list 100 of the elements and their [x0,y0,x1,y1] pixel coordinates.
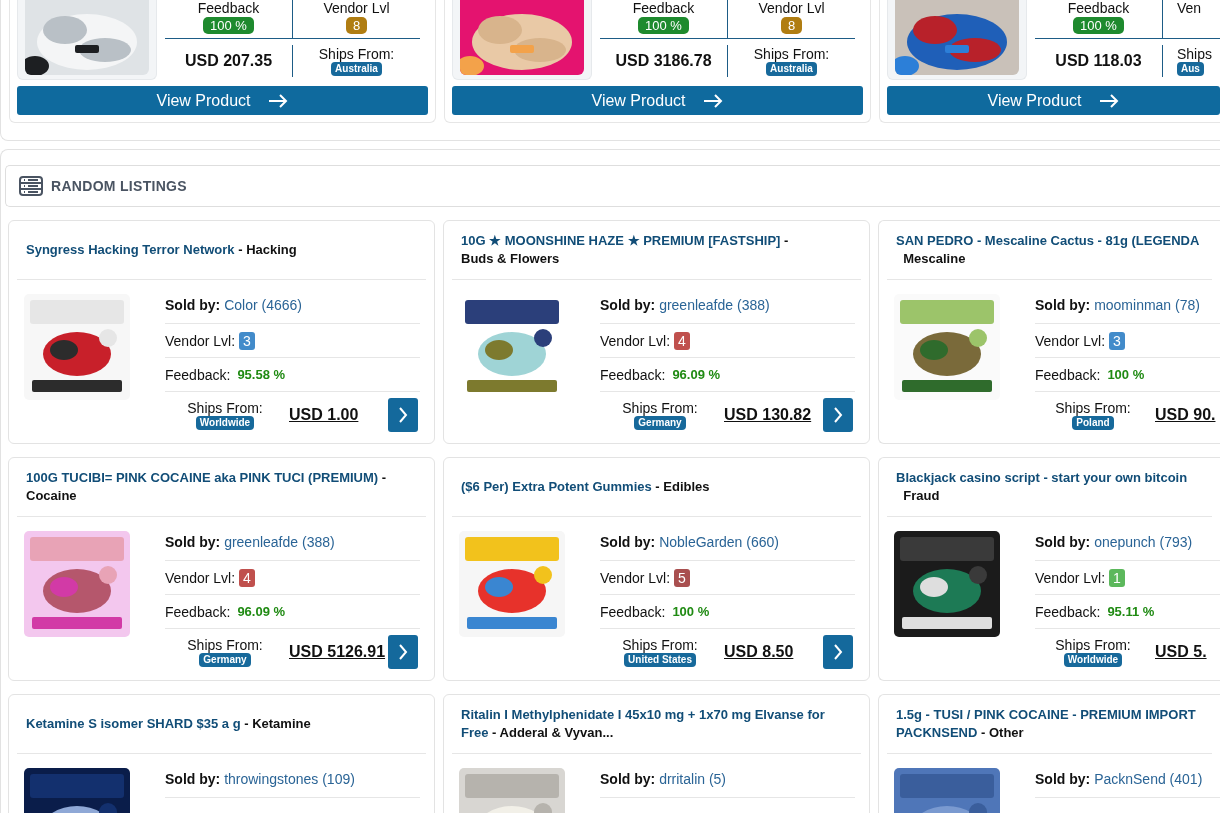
feedback-label: Feedback: [1035,366,1101,383]
listing-title: ($6 Per) Extra Potent Gummies - Edibles [461,478,710,496]
vendor-level-badge: 8 [780,17,803,34]
feedback-label: Feedback: [600,603,666,620]
feedback-value: 96.09 % [237,604,286,619]
price-link[interactable]: USD 8.50 [724,643,794,661]
feedback-value: 96.09 % [672,367,721,382]
sold-by-text: Sold by: drritalin (5) [600,771,727,787]
price-link[interactable]: USD 90. [1155,406,1216,424]
price: USD 3186.78 [615,52,712,70]
vendor-link[interactable]: drritalin (5) [659,771,727,787]
feedback-value: 100 % [672,604,710,619]
listing-title: 100G TUCIBI= PINK COCAINE aka PINK TUCI (PREMIUM) - Cocaine [26,469,388,505]
feedback-label: Feedback: [600,366,666,383]
price: USD 118.03 [1055,52,1142,70]
sold-by-text: Sold by: greenleafde (388) [600,297,770,313]
vendor-level-label: Vendor Lvl: [600,332,671,349]
vendor-link[interactable]: greenleafde (388) [224,534,335,550]
ships-from-label: Ships From: [1055,400,1131,416]
list-icon [18,175,44,197]
ships-from-label: Ships [1177,46,1213,62]
sold-by-text: Sold by: throwingstones (109) [165,771,355,787]
listing-title: Blackjack casino script - start your own bitcoin Fraud [896,469,1188,505]
sold-by-text: Sold by: PacknSend (401) [1035,771,1203,787]
chevron-right-icon [833,643,843,661]
vendor-level-badge: 4 [239,568,255,587]
vendor-link[interactable]: NobleGarden (660) [659,534,779,550]
price-link[interactable]: USD 5. [1155,643,1207,661]
vendor-level-label: Vendor Lvl [758,0,825,16]
price-link[interactable]: USD 130.82 [724,406,812,424]
vendor-link[interactable]: Color (4666) [224,297,302,313]
country-badge: Australia [766,62,817,76]
open-listing-button[interactable] [388,398,418,432]
arrow-right-icon [268,93,289,108]
price: USD 207.35 [184,52,273,70]
view-product-button[interactable]: View Product [887,86,1220,115]
country-badge: Poland [1072,416,1114,430]
sold-by-text: Sold by: onepunch (793) [1035,534,1193,550]
feedback-label: Feedback: [165,366,231,383]
vendor-link[interactable]: greenleafde (388) [659,297,770,313]
vendor-level-badge: 1 [1109,568,1125,587]
feedback-label: Feedback [1067,0,1130,16]
listing-title: SAN PEDRO - Mescaline Cactus - 81g (LEGENDA Mescaline [896,232,1200,268]
listing-title: Ketamine S isomer SHARD $35 a g - Ketamine [26,715,311,733]
open-listing-button[interactable] [388,635,418,669]
vendor-level-badge: 8 [345,17,368,34]
vendor-level-badge: 5 [674,568,690,587]
chevron-right-icon [398,643,408,661]
ships-from-label: Ships From: [622,637,698,653]
vendor-level-badge: 3 [239,331,255,350]
feedback-value: 100 % [1107,367,1145,382]
vendor-level-label: Vendor Lvl: [165,332,236,349]
view-product-button[interactable]: View Product [17,86,428,115]
vendor-link[interactable]: moominman (78) [1094,297,1200,313]
vendor-level-badge: 3 [1109,331,1125,350]
feedback-badge: 100 % [1073,17,1124,34]
arrow-right-icon [1099,93,1120,108]
ships-from-label: Ships From: [622,400,698,416]
vendor-level-label: Vendor Lvl: [1035,332,1106,349]
feedback-value: 95.58 % [237,367,286,382]
feedback-label: Feedback: [1035,603,1101,620]
ships-from-label: Ships From: [753,46,830,62]
vendor-link[interactable]: throwingstones (109) [224,771,355,787]
country-badge: Worldwide [1063,653,1123,667]
sold-by-text: Sold by: Color (4666) [165,297,302,313]
vendor-level-label: Vendor Lvl: [600,569,671,586]
listing-title: Ritalin I Methylphenidate I 45x10 mg + 1x70 mg Elvanse for Free - Adderal & Vyvan... [461,706,826,742]
view-product-button[interactable]: View Product [452,86,863,115]
feedback-label: Feedback [197,0,260,16]
ships-from-label: Ships From: [1055,637,1131,653]
country-badge: Germany [199,653,251,667]
country-badge: Aus [1177,62,1204,76]
chevron-right-icon [398,406,408,424]
vendor-level-label: Vendor Lvl [323,0,390,16]
arrow-right-icon [703,93,724,108]
listing-title: Syngress Hacking Terror Network - Hacking [26,241,297,259]
vendor-level-label: Vendor Lvl: [165,569,236,586]
feedback-value: 95.11 % [1107,604,1155,619]
feedback-label: Feedback [632,0,695,16]
open-listing-button[interactable] [823,398,853,432]
open-listing-button[interactable] [823,635,853,669]
listing-title: 1.5g - TUSI / PINK COCAINE - PREMIUM IMPORT PACKNSEND - Other [896,706,1196,742]
vendor-link[interactable]: onepunch (793) [1094,534,1193,550]
vendor-level-label: Vendor Lvl: [1035,569,1106,586]
country-badge: Worldwide [195,416,255,430]
price-link[interactable]: USD 1.00 [289,406,359,424]
sold-by-text: Sold by: moominman (78) [1035,297,1200,313]
feedback-label: Feedback: [165,603,231,620]
ships-from-label: Ships From: [187,400,263,416]
sold-by-text: Sold by: NobleGarden (660) [600,534,779,550]
vendor-level-badge: 4 [674,331,690,350]
country-badge: Germany [634,416,686,430]
ships-from-label: Ships From: [318,46,395,62]
ships-from-label: Ships From: [187,637,263,653]
price-link[interactable]: USD 5126.91 [289,643,386,661]
chevron-right-icon [833,406,843,424]
vendor-link[interactable]: PacknSend (401) [1094,771,1203,787]
listing-title: 10G ★ MOONSHINE HAZE ★ PREMIUM [FASTSHIP] - Buds & Flowers [461,232,790,268]
vendor-level-label: Ven [1177,0,1202,16]
section-title: RANDOM LISTINGS [51,178,187,194]
